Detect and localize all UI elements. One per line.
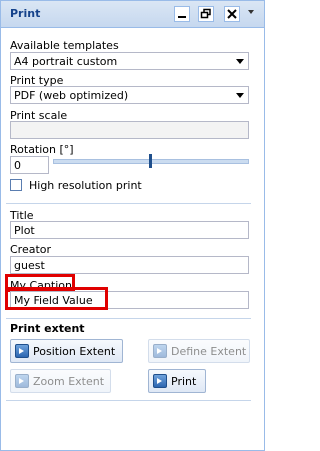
- print-panel: Print Available templates A4 portrait cu…: [0, 0, 265, 451]
- position-extent-icon: [15, 344, 29, 358]
- print-button[interactable]: Print: [148, 369, 206, 393]
- creator-field[interactable]: guest: [10, 256, 249, 274]
- print-type-value: PDF (web optimized): [14, 89, 129, 102]
- print-scale-field[interactable]: [10, 121, 249, 139]
- close-icon[interactable]: [224, 6, 240, 22]
- chevron-down-icon[interactable]: [236, 93, 244, 98]
- rotation-slider-thumb[interactable]: [149, 154, 152, 168]
- templates-select[interactable]: A4 portrait custom: [10, 52, 249, 70]
- print-icon: [153, 374, 167, 388]
- creator-label: Creator: [10, 243, 52, 256]
- caption-field-highlight: [5, 287, 108, 310]
- section-divider: [6, 318, 251, 319]
- rotation-field[interactable]: 0: [10, 156, 49, 174]
- section-divider: [6, 400, 251, 401]
- restore-icon[interactable]: [198, 6, 214, 22]
- chevron-down-icon[interactable]: [236, 59, 244, 64]
- rotation-label: Rotation [°]: [10, 143, 74, 156]
- panel-title: Print: [10, 7, 41, 20]
- define-extent-button[interactable]: Define Extent: [148, 339, 250, 363]
- high-res-checkbox[interactable]: [10, 179, 22, 191]
- minimize-icon[interactable]: [174, 6, 190, 22]
- panel-header: Print: [1, 1, 264, 28]
- high-res-label: High resolution print: [29, 179, 142, 192]
- print-type-select[interactable]: PDF (web optimized): [10, 86, 249, 104]
- section-divider: [6, 203, 251, 204]
- position-extent-button[interactable]: Position Extent: [10, 339, 123, 363]
- print-extent-heading: Print extent: [10, 322, 85, 335]
- print-form: Available templates A4 portrait custom P…: [1, 28, 264, 450]
- templates-value: A4 portrait custom: [14, 55, 118, 68]
- zoom-extent-icon: [15, 374, 29, 388]
- title-field[interactable]: Plot: [10, 221, 249, 239]
- define-extent-icon: [153, 344, 167, 358]
- zoom-extent-button[interactable]: Zoom Extent: [10, 369, 111, 393]
- menu-dropdown-icon[interactable]: [248, 10, 254, 14]
- templates-label: Available templates: [10, 39, 119, 52]
